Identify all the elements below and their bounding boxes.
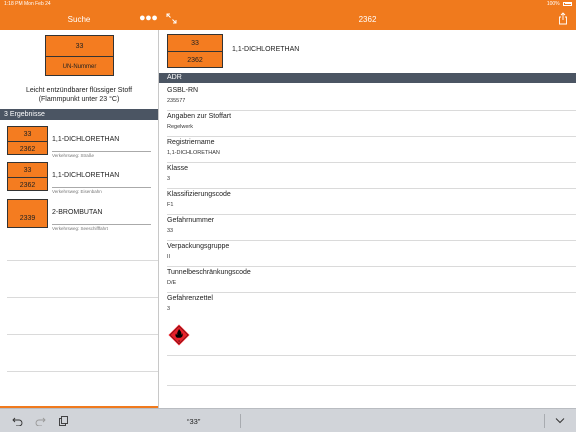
detail-pane: 33 2362 1,1-DICHLORETHAN ADR GSBL-RN 235… [159, 30, 576, 408]
result-hazard-number: 33 [23, 130, 32, 138]
field-gsbl-rn: GSBL-RN 235577 [167, 84, 576, 110]
field-label: Angaben zur Stoffart [167, 113, 232, 120]
search-hazard-plate[interactable]: 33 UN-Nummer [45, 35, 114, 76]
field-label: GSBL-RN [167, 87, 199, 94]
field-label: Gefahrenzettel [167, 295, 213, 302]
empty-row-separator [7, 371, 158, 372]
field-tunnelbeschraenkungscode: Tunnelbeschränkungscode D/E [167, 266, 576, 292]
result-hazard-number [8, 200, 47, 209]
result-name: 1,1-DICHLORETHAN [52, 136, 120, 143]
field-registriername: Registriername 1,1-DICHLORETHAN [167, 136, 576, 162]
result-route: Verkehrsweg: Eisenbahn [52, 189, 102, 194]
more-icon[interactable]: ●●● [139, 13, 158, 24]
suggestion-separator [544, 414, 545, 428]
navigation-bar: 1:18 PM Mon Feb 24 100% Suche ●●● 2362 [0, 0, 576, 30]
share-icon[interactable] [558, 12, 568, 25]
result-underline [52, 151, 151, 152]
result-route: Verkehrsweg: Straße [52, 153, 95, 158]
result-item[interactable]: 33 2362 1,1-DICHLORETHAN Verkehrsweg: Ei… [0, 159, 158, 195]
field-label: Klassifizierungscode [167, 191, 231, 198]
result-un-number: 2362 [19, 181, 36, 189]
result-item[interactable]: 2339 2-BROMBUTAN Verkehrsweg: Seeschifff… [0, 196, 158, 232]
row-separator [167, 385, 576, 386]
field-value: D/E [167, 280, 177, 286]
empty-row-separator [7, 297, 158, 298]
clipboard-icon[interactable] [58, 416, 69, 426]
field-label: Tunnelbeschränkungscode [167, 269, 251, 276]
hazard-number: 33 [75, 42, 84, 50]
result-un-number: 2362 [19, 145, 36, 153]
field-value: Regelwerk [167, 124, 193, 130]
flammable-hazard-icon[interactable]: 3 [168, 324, 190, 346]
status-time-date: 1:18 PM Mon Feb 24 [4, 1, 51, 7]
description-line-1: Leicht entzündbarer flüssiger Stoff [25, 87, 133, 94]
status-battery: 100% [547, 1, 572, 7]
adr-section-header: ADR [159, 73, 576, 83]
keyboard-shortcut-bar: “33” [0, 408, 576, 432]
result-plate: 33 2362 [7, 126, 48, 155]
search-description: Leicht entzündbarer flüssiger Stoff (Fla… [0, 86, 158, 104]
results-count-header: 3 Ergebnisse [0, 109, 158, 120]
field-gefahrenzettel: Gefahrenzettel 3 [167, 292, 576, 318]
result-plate: 33 2362 [7, 162, 48, 191]
right-nav-title: 2362 [358, 15, 377, 24]
field-klassifizierungscode: Klassifizierungscode F1 [167, 188, 576, 214]
row-separator [167, 355, 576, 356]
field-label: Verpackungsgruppe [167, 243, 230, 250]
search-pane: 33 UN-Nummer Leicht entzündbarer flüssig… [0, 30, 158, 408]
field-value: 3 [167, 306, 171, 312]
result-item[interactable]: 33 2362 1,1-DICHLORETHAN Verkehrsweg: St… [0, 123, 158, 159]
battery-icon [563, 1, 572, 6]
result-name: 1,1-DICHLORETHAN [52, 172, 120, 179]
field-gefahrnummer: Gefahrnummer 33 [167, 214, 576, 240]
field-klasse: Klasse 3 [167, 162, 576, 188]
predictive-text-suggestion[interactable]: “33” [187, 417, 200, 426]
left-nav-title: Suche [67, 15, 91, 24]
field-value: 1,1-DICHLORETHAN [167, 150, 220, 156]
field-value: F1 [167, 202, 174, 208]
redo-icon[interactable] [35, 416, 46, 426]
detail-hazard-plate: 33 2362 [167, 34, 223, 68]
result-un-number: 2339 [19, 214, 36, 222]
field-value: II [167, 254, 171, 260]
result-plate: 2339 [7, 199, 48, 228]
empty-row-separator [7, 334, 158, 335]
undo-icon[interactable] [12, 416, 23, 426]
field-label: Registriername [167, 139, 215, 146]
field-label: Gefahrnummer [167, 217, 215, 224]
result-hazard-number: 33 [23, 166, 32, 174]
field-value: 3 [167, 176, 171, 182]
chevron-down-icon[interactable] [555, 417, 565, 424]
field-stoffart: Angaben zur Stoffart Regelwerk [167, 110, 576, 136]
result-name: 2-BROMBUTAN [52, 209, 103, 216]
result-underline [52, 187, 151, 188]
result-underline [52, 224, 151, 225]
empty-row-separator [7, 260, 158, 261]
description-line-2: (Flammpunkt unter 23 °C) [38, 96, 120, 103]
detail-hazard-number: 33 [191, 39, 199, 47]
field-value: 33 [167, 228, 174, 234]
status-bar: 1:18 PM Mon Feb 24 100% [0, 0, 576, 9]
field-label: Klasse [167, 165, 189, 172]
field-verpackungsgruppe: Verpackungsgruppe II [167, 240, 576, 266]
field-value: 235577 [167, 98, 186, 104]
un-number-label: UN-Nummer [62, 64, 97, 70]
suggestion-separator [240, 414, 241, 428]
detail-un-number: 2362 [187, 56, 203, 64]
result-route: Verkehrsweg: Seeschifffahrt [52, 226, 108, 231]
detail-substance-name: 1,1-DICHLORETHAN [232, 46, 300, 53]
battery-percent: 100% [546, 1, 560, 7]
